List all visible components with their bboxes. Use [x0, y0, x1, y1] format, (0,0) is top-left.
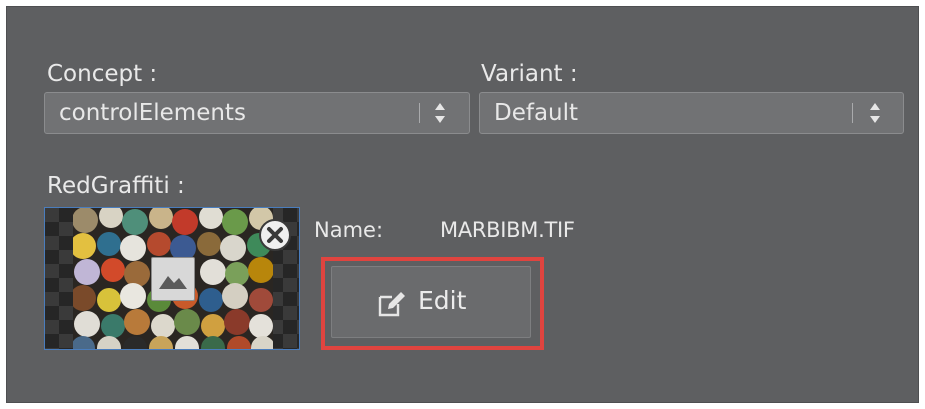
- variant-select[interactable]: Default: [479, 92, 904, 134]
- variant-select-value: Default: [494, 100, 579, 126]
- concept-select[interactable]: controlElements: [44, 92, 470, 134]
- texture-name-value: MARBIBM.TIF: [440, 218, 575, 242]
- concept-select-value: controlElements: [59, 100, 246, 126]
- edit-button-label: Edit: [418, 286, 467, 315]
- texture-label: RedGraffiti :: [47, 173, 185, 199]
- concept-select-separator: [419, 103, 420, 123]
- edit-pencil-icon: [378, 292, 405, 317]
- variant-select-separator: [852, 103, 853, 123]
- variant-label: Variant :: [481, 61, 578, 87]
- close-circle-icon[interactable]: [258, 218, 292, 252]
- mountain-icon: [159, 276, 187, 289]
- image-placeholder-icon: [151, 257, 195, 301]
- concept-label: Concept :: [47, 61, 158, 87]
- texture-name-label: Name:: [314, 218, 384, 242]
- up-down-arrows-icon: [870, 103, 880, 123]
- edit-button[interactable]: Edit: [331, 266, 531, 338]
- up-down-arrows-icon: [435, 103, 445, 123]
